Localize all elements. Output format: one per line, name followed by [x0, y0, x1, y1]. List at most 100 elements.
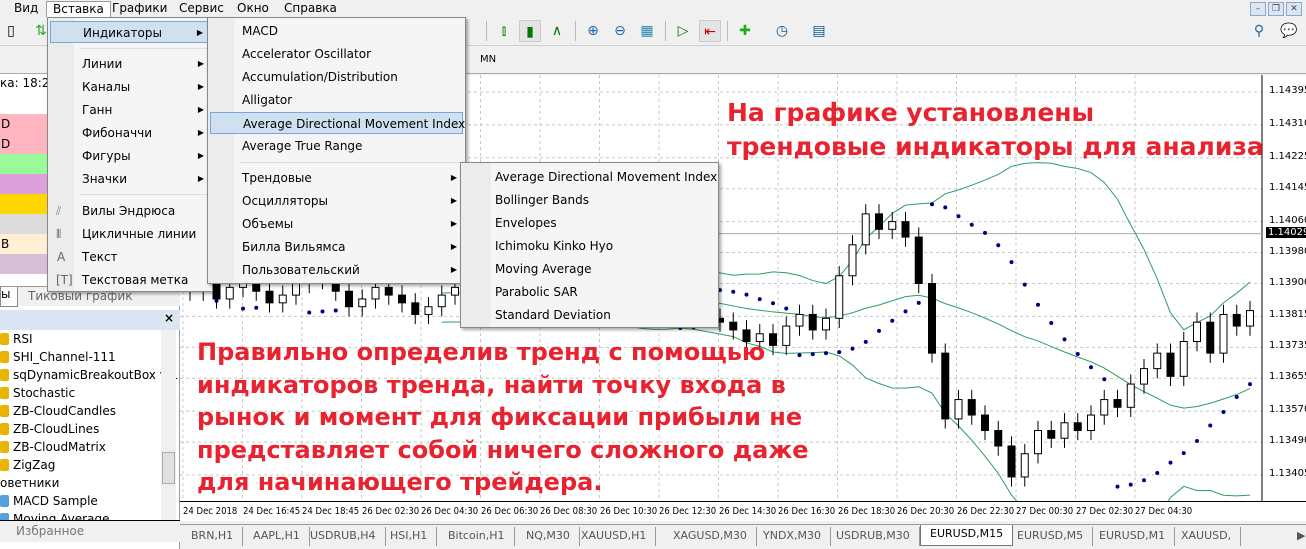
menu-item-macd[interactable]: MACD: [210, 20, 463, 42]
date-tick-label: 27 Dec 00:30: [1016, 506, 1074, 517]
zoom-in-icon[interactable]: ⊕: [582, 20, 604, 42]
menu-item-custom[interactable]: Пользовательский ▶: [210, 259, 463, 281]
zoom-out-icon[interactable]: ⊖: [609, 20, 631, 42]
menu-item-adx[interactable]: Average Directional Movement Index: [210, 112, 465, 134]
menu-item-accelerator[interactable]: Accelerator Oscillator: [210, 43, 463, 65]
menu-item-atr[interactable]: Average True Range: [210, 135, 463, 157]
navigator-experts-section[interactable]: оветники: [0, 474, 59, 492]
chart-tab[interactable]: HSI,H1: [381, 527, 438, 546]
chart-tab[interactable]: EURUSD,M15: [920, 525, 1014, 546]
menu-item-text-label[interactable]: [T] Текстовая метка: [50, 269, 210, 291]
parabolic-sar-dot: [241, 306, 245, 311]
navigator-indicator-item[interactable]: SHI_Channel-111: [0, 348, 116, 366]
chart-tab[interactable]: USDRUB,M30: [827, 527, 920, 546]
item-label: SHI_Channel-111: [13, 350, 116, 364]
chart-tab[interactable]: XAGUSD,M30: [664, 527, 757, 546]
timeframe-mn[interactable]: MN: [480, 54, 496, 65]
menu-item-trend-indicator[interactable]: Average Directional Movement Index: [463, 166, 717, 188]
navigator-expert-item[interactable]: MACD Sample: [0, 492, 98, 510]
navigator-indicator-item[interactable]: ZB-CloudMatrix: [0, 438, 106, 456]
navigator-indicator-item[interactable]: ZB-CloudCandles: [0, 402, 116, 420]
chart-tab[interactable]: BRN,H1: [182, 527, 244, 546]
menu-item-oscillators[interactable]: Осцилляторы ▶: [210, 190, 463, 212]
chart-tab[interactable]: XAUUSD,: [1172, 527, 1242, 546]
indicators-add-icon[interactable]: ✚: [734, 20, 756, 42]
navigator-scrollbar[interactable]: [161, 330, 176, 520]
menu-item-cycle-lines[interactable]: ⦀ Цикличные линии: [50, 223, 210, 245]
menu-item-volumes[interactable]: Объемы ▶: [210, 213, 463, 235]
candle-body: [1206, 321, 1215, 354]
menu-help[interactable]: Справка: [278, 1, 343, 15]
menu-view[interactable]: Вид: [8, 1, 44, 15]
menu-item-gann[interactable]: Ганн ▶: [50, 99, 210, 121]
tab-favorites[interactable]: Избранное: [16, 524, 84, 538]
chart-tab[interactable]: EURUSD,M5: [1008, 527, 1094, 546]
navigator-indicator-item[interactable]: ZigZag: [0, 456, 55, 474]
restore-button[interactable]: ❐: [1268, 2, 1284, 16]
navigator-indicator-item[interactable]: sqDynamicBreakoutBox v 1: [0, 366, 178, 384]
price-tick-label: 1.14145: [1269, 181, 1306, 193]
chart-tab[interactable]: USDRUB,H4: [301, 527, 386, 546]
indicator-icon: [0, 405, 9, 417]
tile-windows-icon[interactable]: ▦: [636, 20, 658, 42]
search-icon[interactable]: ⚲: [1248, 20, 1270, 42]
menu-insert[interactable]: Вставка: [46, 1, 111, 17]
chart-tab[interactable]: YNDX,M30: [754, 527, 831, 546]
navigator-close-button[interactable]: ×: [164, 311, 174, 325]
menu-charts[interactable]: Графики: [106, 1, 173, 15]
menu-item-trend-indicator[interactable]: Ichimoku Kinko Hyo: [463, 235, 716, 257]
menu-window[interactable]: Окно: [231, 1, 275, 15]
menu-item-trend-indicator[interactable]: Parabolic SAR: [463, 281, 716, 303]
line-chart-icon[interactable]: ∧: [546, 20, 568, 42]
price-tick-label: 1.13490: [1269, 435, 1306, 447]
menu-item-alligator[interactable]: Alligator: [210, 89, 463, 111]
tabs-scroll-right-icon[interactable]: ▶: [1288, 527, 1306, 546]
menu-item-bill-williams[interactable]: Билла Вильямса ▶: [210, 236, 463, 258]
navigator-indicator-item[interactable]: RSI: [0, 330, 33, 348]
chart-tab[interactable]: Bitcoin,H1: [439, 527, 515, 546]
parabolic-sar-dot: [1062, 337, 1067, 342]
navigator-indicator-item[interactable]: ZB-CloudLines: [0, 420, 99, 438]
chart-shift-icon[interactable]: ⇤: [699, 20, 721, 42]
menu-item-text[interactable]: A Текст: [50, 246, 210, 268]
candle-body: [411, 302, 420, 315]
chart-tab[interactable]: XAUUSD,H1: [572, 527, 657, 546]
parabolic-sar-dot: [863, 339, 868, 344]
chat-icon[interactable]: 💬: [1278, 20, 1300, 42]
menu-service[interactable]: Сервис: [173, 1, 230, 15]
minimize-button[interactable]: –: [1250, 2, 1266, 16]
tab-symbols[interactable]: ы: [0, 287, 18, 307]
menu-item-trend[interactable]: Трендовые ▶: [210, 167, 463, 189]
menu-item-trend-indicator[interactable]: Moving Average: [463, 258, 716, 280]
menu-item-arrows[interactable]: Значки ▶: [50, 168, 210, 190]
menu-item-trend-indicator[interactable]: Bollinger Bands: [463, 189, 716, 211]
parabolic-sar-dot: [1009, 260, 1014, 265]
menu-item-shapes[interactable]: Фигуры ▶: [50, 145, 210, 167]
menu-item-indicators[interactable]: Индикаторы ▶: [50, 21, 210, 43]
text-icon: A: [57, 250, 66, 264]
close-button[interactable]: ✕: [1286, 2, 1302, 16]
candlestick-icon[interactable]: ▮: [519, 20, 541, 42]
indicator-icon: [0, 387, 9, 399]
scrollbar-thumb[interactable]: [162, 452, 175, 484]
candle-body: [901, 221, 910, 238]
menu-item-fibonacci[interactable]: Фибоначчи ▶: [50, 122, 210, 144]
auto-scroll-icon[interactable]: ▷: [672, 20, 694, 42]
menu-item-andrews-pitchfork[interactable]: ⫽ Вилы Эндрюса: [50, 200, 210, 222]
templates-icon[interactable]: ▤: [808, 20, 830, 42]
timeframe-clock-icon[interactable]: ◷: [771, 20, 793, 42]
menu-item-trend-indicator[interactable]: Envelopes: [463, 212, 716, 234]
chart-tab[interactable]: AAPL,H1: [244, 527, 310, 546]
chart-tab[interactable]: EURUSD,M1: [1090, 527, 1176, 546]
parabolic-sar-dot: [930, 202, 934, 207]
menu-item-trend-indicator[interactable]: Standard Deviation: [463, 304, 716, 326]
navigator-indicator-item[interactable]: Stochastic: [0, 384, 75, 402]
chart-tab[interactable]: NQ,M30: [517, 527, 580, 546]
menu-item-lines[interactable]: Линии ▶: [50, 53, 210, 75]
candle-body: [1020, 453, 1029, 478]
candle-body: [1007, 445, 1016, 478]
bar-chart-icon[interactable]: ⫾: [493, 20, 515, 42]
new-chart-icon[interactable]: ▯: [0, 20, 22, 42]
menu-item-channels[interactable]: Каналы ▶: [50, 76, 210, 98]
menu-item-accumulation[interactable]: Accumulation/Distribution: [210, 66, 463, 88]
